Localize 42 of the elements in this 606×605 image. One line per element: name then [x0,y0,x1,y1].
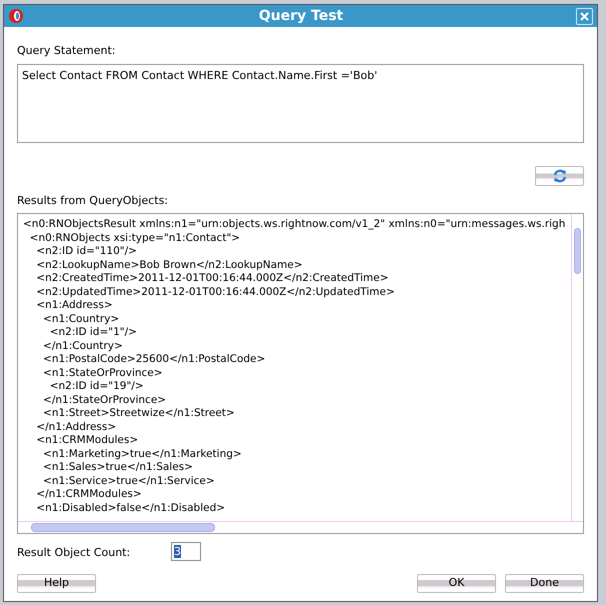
xml-line: </n1:Address> [35,420,116,434]
xml-line: <n2:ID id="1"/> [48,326,137,340]
xml-line: <n2:ID id="19"/> [48,380,144,394]
xml-line: <n0:RNObjects xsi:type="n1:Contact"> [28,232,240,245]
xml-line: <n2:UpdatedTime>2011-12-01T00:16:44.000Z</n2:UpdatedTime> [35,286,395,299]
xml-line: <n2:ID id="110"/> [35,245,137,258]
dialog-button[interactable]: Help [17,574,96,592]
window-title: Query Test [258,6,344,26]
horizontal-scrollbar[interactable] [18,521,583,533]
scroll-thumb[interactable] [574,228,581,274]
vertical-scrollbar[interactable] [571,214,583,521]
xml-line: <n1:Disabled>false</n1:Disabled> [35,502,226,515]
xml-line: <n2:CreatedTime>2011-12-01T00:16:44.000Z</n2:CreatedTime> [35,272,388,286]
xml-line: <n1:PostalCode>25600</n1:PostalCode> [42,353,266,366]
xml-line: <n1:CRMModules> [35,434,138,448]
xml-line: <n0:RNObjectsResult xmlns:n1="urn:objects.ws.rightnow.com/v1_2" xmlns:n0="urn:messages.ws.righ [23,218,566,232]
xml-line: <n1:Sales>true</n1:Sales> [42,461,193,474]
xml-line: <n1:Service>true</n1:Service> [42,474,215,488]
xml-line: <n2:LookupName>Bob Brown</n2:LookupName> [35,258,303,272]
xml-line: </n1:StateOrProvince> [42,394,166,407]
xml-line: <n1:StateOrProvince> [42,366,163,380]
scroll-thumb[interactable] [31,523,215,532]
xml-line: <n1:Country> [42,312,120,326]
close-button[interactable] [576,8,593,24]
xml-line: </n1:CRMModules> [35,488,142,502]
refresh-icon [552,168,568,184]
count-field[interactable]: 3 [171,542,201,561]
results-text-area[interactable] [17,213,584,534]
dialog-button[interactable]: Done [505,574,584,592]
xml-line: <n1:Street>Streetwize</n1:Street> [42,407,235,420]
dialog-button[interactable]: OK [417,574,496,592]
results-label: Results from QueryObjects: [17,192,168,208]
count-value: 3 [174,544,181,558]
close-icon [580,12,589,20]
query-text-area[interactable]: Select Contact FROM Contact WHERE Contact.Name.First ='Bob' [17,64,584,142]
count-label: Result Object Count: [17,545,132,561]
query-label: Query Statement: [17,43,116,59]
xml-line: <n1:Address> [35,299,113,312]
xml-line: <n1:Marketing>true</n1:Marketing> [42,448,242,461]
refresh-button[interactable] [535,166,584,186]
xml-line: </n1:Country> [42,340,123,353]
app-logo-icon [8,8,24,24]
